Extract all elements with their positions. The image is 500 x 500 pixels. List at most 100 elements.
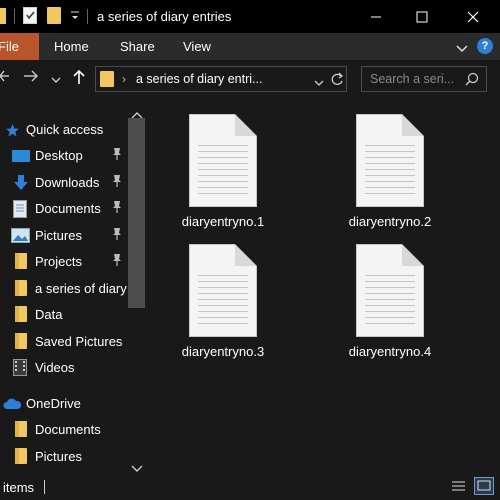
search-icon[interactable] [465,72,479,91]
folder-icon [15,333,27,349]
file-item[interactable]: diaryentryno.4 [330,242,450,362]
sidebar-item-videos[interactable]: Videos [0,355,130,381]
folder-icon [100,71,114,87]
pin-icon [113,254,121,266]
sidebar-item-projects[interactable]: Projects [0,249,130,275]
file-name: diaryentryno.3 [181,344,265,359]
sidebar-item-onedrive-pictures[interactable]: Pictures [0,444,130,470]
details-view-button[interactable] [450,479,467,494]
nav-label-quick-access: Quick access [26,122,104,137]
sidebar-item-onedrive-documents[interactable]: Documents [0,417,130,443]
forward-button[interactable] [23,69,39,88]
separator [14,9,15,24]
pin-icon [113,201,121,213]
sidebar-item-documents[interactable]: Documents [0,196,130,222]
sidebar-item-a-series-of-diary[interactable]: a series of diary [0,276,130,302]
tab-file[interactable]: File [0,33,39,60]
nav-label: Data [35,307,63,322]
minimize-icon [371,16,381,17]
chevron-right-icon: › [122,72,126,86]
nav-label: Pictures [35,449,82,464]
address-dropdown-icon[interactable] [314,75,324,93]
downloads-icon [14,175,28,190]
folder-icon [15,280,27,296]
nav-label-onedrive: OneDrive [26,396,81,411]
tab-home[interactable]: Home [54,33,89,60]
sidebar-item-data[interactable]: Data [0,302,130,328]
pin-icon [113,148,121,160]
folder-icon [15,253,27,269]
sidebar-item-pictures[interactable]: Pictures [0,223,130,249]
nav-label: Pictures [35,228,82,243]
text-document-icon [356,244,424,337]
nav-label: Documents [35,201,101,216]
file-item[interactable]: diaryentryno.1 [163,112,283,232]
tab-share[interactable]: Share [120,33,155,60]
file-name: diaryentryno.1 [181,214,265,229]
up-button[interactable] [72,69,86,90]
nav-label: Videos [35,360,75,375]
details-view-icon [452,481,465,491]
title-bar: a series of diary entries [0,0,500,33]
sidebar-item-desktop[interactable]: Desktop [0,143,130,169]
forward-arrow-icon [24,70,38,82]
chevron-down-icon [51,77,61,83]
nav-label: Projects [35,254,82,269]
desktop-icon [12,150,30,162]
folder-icon [15,421,27,437]
window-title: a series of diary entries [97,9,232,24]
minimize-button[interactable] [353,0,399,33]
documents-icon [13,200,27,218]
nav-label: a series of diary [35,281,127,296]
help-icon[interactable]: ? [477,38,493,54]
file-item[interactable]: diaryentryno.2 [330,112,450,232]
nav-onedrive[interactable]: OneDrive [0,391,130,417]
nav-scrollbar-thumb[interactable] [128,118,145,308]
close-button[interactable] [450,0,496,33]
text-document-icon [189,244,257,337]
videos-icon [13,359,27,376]
text-document-icon [189,114,257,207]
address-bar[interactable]: › a series of diary entri... [95,66,347,92]
customize-quick-access-icon[interactable] [70,9,80,23]
maximize-button[interactable] [399,0,445,33]
up-arrow-icon [73,69,85,84]
pin-icon [113,175,121,187]
file-name: diaryentryno.4 [348,344,432,359]
nav-label: Downloads [35,175,100,190]
status-separator [44,480,45,494]
sidebar-item-downloads[interactable]: Downloads [0,170,130,196]
expand-ribbon-icon[interactable] [456,41,468,59]
pictures-icon [11,228,30,243]
close-icon [467,11,479,22]
pin-icon [113,228,121,240]
large-icons-view-icon [477,480,491,491]
folder-icon [0,8,6,24]
maximize-icon [416,11,428,22]
item-count: items [3,480,35,495]
ribbon-tabs: File Home Share View ? [0,33,500,60]
address-path[interactable]: a series of diary entri... [136,72,262,86]
folder-icon [15,448,27,464]
properties-icon[interactable] [23,7,37,24]
navigation-pane: Quick access Desktop Downloads Documents… [0,115,146,475]
nav-label: Desktop [35,148,83,163]
search-placeholder: Search a seri... [370,72,455,86]
back-arrow-icon [0,70,9,82]
back-button[interactable] [0,69,10,88]
large-icons-view-button[interactable] [474,477,494,495]
nav-label: Saved Pictures [35,334,123,349]
star-icon [6,124,19,137]
file-item[interactable]: diaryentryno.3 [163,242,283,362]
sidebar-item-saved-pictures[interactable]: Saved Pictures [0,329,130,355]
new-folder-icon[interactable] [47,7,61,24]
text-document-icon [356,114,424,207]
recent-locations-button[interactable] [51,72,61,90]
nav-label: Documents [35,422,101,437]
search-box[interactable]: Search a seri... [361,66,487,92]
nav-quick-access[interactable]: Quick access [0,117,130,143]
separator [87,9,88,24]
tab-view[interactable]: View [183,33,211,60]
status-bar: items [0,475,500,500]
refresh-icon[interactable] [330,71,344,92]
